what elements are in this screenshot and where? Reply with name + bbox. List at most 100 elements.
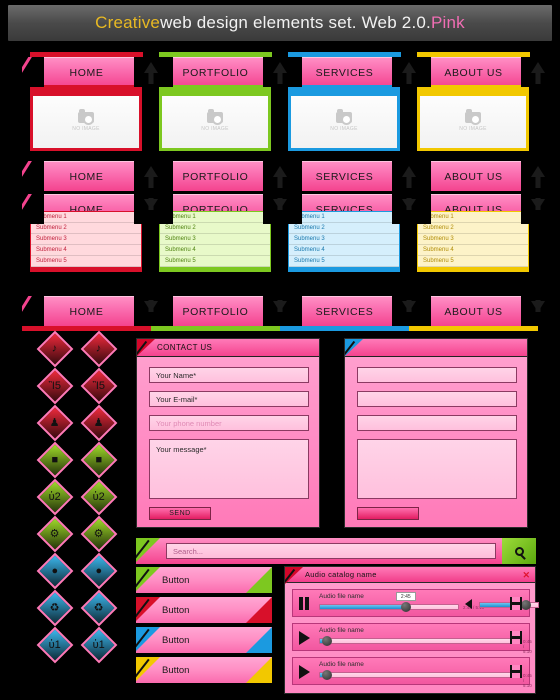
search-button[interactable] xyxy=(502,538,536,564)
save-icon[interactable] xyxy=(510,631,522,644)
blank-name-field[interactable] xyxy=(357,367,517,383)
volume-knob[interactable] xyxy=(520,600,531,610)
submenu-item[interactable]: Submenu 3 xyxy=(289,234,399,245)
key-icon-button[interactable]: ὑ1 xyxy=(36,626,74,664)
card-top-accent xyxy=(288,85,400,93)
blank-send-button[interactable] xyxy=(357,507,419,520)
action-button[interactable]: Button xyxy=(136,657,272,683)
lock-icon-button[interactable]: ὑ2 xyxy=(36,478,74,516)
submenu-item[interactable]: Submenu 2 xyxy=(289,223,399,234)
play-icon[interactable] xyxy=(299,631,311,645)
button-right-accent xyxy=(246,627,272,653)
globe-icon-button[interactable]: ● xyxy=(80,552,118,590)
action-button[interactable]: Button xyxy=(136,567,272,593)
submenu-item[interactable]: Submenu 2 xyxy=(160,223,270,234)
action-button[interactable]: Button xyxy=(136,597,272,623)
blank-email-field[interactable] xyxy=(357,391,517,407)
submenu-item[interactable]: Submenu 4 xyxy=(289,245,399,256)
key-icon-button[interactable]: ὑ1 xyxy=(80,626,118,664)
submenu-item[interactable]: Submenu 3 xyxy=(418,234,528,245)
nav-arrow-up-icon xyxy=(521,161,555,191)
audio-progress-knob[interactable] xyxy=(400,602,411,612)
submenu-item[interactable]: Submenu 5 xyxy=(289,256,399,267)
audio-track-row[interactable]: Audio file name 0:45 / 5:10 xyxy=(292,623,532,654)
submenu-home[interactable]: Submenu 1 Submenu 2 Submenu 3 Submenu 4 Subm… xyxy=(30,211,142,272)
diamond-shape: ὑ1 xyxy=(80,626,118,664)
audio-file-name: Audio file name xyxy=(319,661,364,668)
search-input[interactable]: Search... xyxy=(166,543,496,559)
nav-top-accent-bar xyxy=(159,52,272,57)
close-icon[interactable]: ✕ xyxy=(522,570,530,581)
blank-message-field[interactable] xyxy=(357,439,517,499)
submenu-item[interactable]: Submenu 4 xyxy=(31,245,141,256)
audio-player-header: Audio catalog name ✕ xyxy=(285,567,535,584)
folder-icon-button[interactable]: ■ xyxy=(80,441,118,479)
button-left-accent xyxy=(136,597,162,623)
folder-icon-button[interactable]: ■ xyxy=(36,441,74,479)
volume-icon[interactable] xyxy=(465,599,472,609)
refresh-icon-button[interactable]: ♻ xyxy=(80,589,118,627)
music-note-icon-button[interactable]: ♪ xyxy=(36,330,74,368)
user-icon-button[interactable]: ♟ xyxy=(36,404,74,442)
contact-form-header: CONTACT US xyxy=(137,339,319,357)
audio-progress-bar[interactable] xyxy=(319,604,459,610)
submenu-item[interactable]: Submenu 1 xyxy=(289,212,399,223)
nav-bar-second[interactable]: HOME PORTFOLIO SERVICES ABOUT US xyxy=(22,161,555,191)
submenu-item[interactable]: Submenu 5 xyxy=(160,256,270,267)
submenu-item[interactable]: Submenu 5 xyxy=(418,256,528,267)
save-icon[interactable] xyxy=(510,597,522,610)
submenu-portfolio[interactable]: Submenu 1 Submenu 2 Submenu 3 Submenu 4 Subm… xyxy=(159,211,271,272)
globe-icon-button[interactable]: ● xyxy=(36,552,74,590)
audio-progress-bar[interactable] xyxy=(319,672,519,678)
music-note-icon-button[interactable]: ♪ xyxy=(80,330,118,368)
card-inner: NO IMAGE xyxy=(33,96,139,148)
submenu-item[interactable]: Submenu 1 xyxy=(418,212,528,223)
diamond-shape: Ἲ5 xyxy=(80,367,118,405)
name-field[interactable]: Your Name* xyxy=(149,367,309,383)
send-button[interactable]: SEND xyxy=(149,507,211,520)
diamond-shape: Ἲ5 xyxy=(36,367,74,405)
user-icon-button[interactable]: ♟ xyxy=(80,404,118,442)
action-button[interactable]: Button xyxy=(136,627,272,653)
submenu-item[interactable]: Submenu 3 xyxy=(31,234,141,245)
submenu-item[interactable]: Submenu 4 xyxy=(160,245,270,256)
nav-arrow-down-icon xyxy=(134,194,168,224)
audio-progress-knob[interactable] xyxy=(322,670,332,680)
submenu-item[interactable]: Submenu 3 xyxy=(160,234,270,245)
diamond-shape: ♟ xyxy=(80,404,118,442)
phone-field[interactable]: Your phone number xyxy=(149,415,309,431)
submenu-item[interactable]: Submenu 1 xyxy=(160,212,270,223)
title-word-pink: Pink xyxy=(430,13,465,32)
lock-icon-button[interactable]: ὑ2 xyxy=(80,478,118,516)
gear-icon-button[interactable]: ⚙ xyxy=(36,515,74,553)
gear-icon-button[interactable]: ⚙ xyxy=(80,515,118,553)
submenu-item[interactable]: Submenu 4 xyxy=(418,245,528,256)
submenu-item[interactable]: Submenu 5 xyxy=(31,256,141,267)
audio-progress-knob[interactable] xyxy=(322,636,332,646)
diamond-shape: ⚙ xyxy=(36,515,74,553)
nav-item-label: ABOUT US xyxy=(444,170,503,183)
audio-track-row[interactable]: Audio file name 0:45 / 5:10 xyxy=(292,657,532,688)
camera-icon xyxy=(465,109,481,125)
play-icon[interactable] xyxy=(299,665,311,679)
video-camera-icon-button[interactable]: Ἲ5 xyxy=(80,367,118,405)
diamond-shape: ● xyxy=(80,552,118,590)
video-camera-icon-button[interactable]: Ἲ5 xyxy=(36,367,74,405)
submenu-services[interactable]: Submenu 1 Submenu 2 Submenu 3 Submenu 4 Subm… xyxy=(288,211,400,272)
save-icon[interactable] xyxy=(510,665,522,678)
refresh-icon-button[interactable]: ♻ xyxy=(36,589,74,627)
message-field[interactable]: Your message* xyxy=(149,439,309,499)
nav-arrow-down-icon xyxy=(392,296,426,326)
submenu-item[interactable]: Submenu 1 xyxy=(31,212,141,223)
nav-bar-bottom[interactable]: HOME PORTFOLIO SERVICES ABOUT US xyxy=(22,296,555,331)
submenu-item[interactable]: Submenu 2 xyxy=(31,223,141,234)
search-bar: Search... xyxy=(136,538,536,564)
nav-bar-top[interactable]: HOME PORTFOLIO SERVICES ABOUT US xyxy=(22,57,555,87)
submenu-about-us[interactable]: Submenu 1 Submenu 2 Submenu 3 Submenu 4 Subm… xyxy=(417,211,529,272)
submenu-item[interactable]: Submenu 2 xyxy=(418,223,528,234)
audio-track-row[interactable]: Audio file name 2:45 2:45 / 5:10 xyxy=(292,589,539,617)
pause-icon[interactable] xyxy=(299,597,311,610)
blank-phone-field[interactable] xyxy=(357,415,517,431)
email-field[interactable]: Your E-mail* xyxy=(149,391,309,407)
audio-progress-bar[interactable] xyxy=(319,638,519,644)
